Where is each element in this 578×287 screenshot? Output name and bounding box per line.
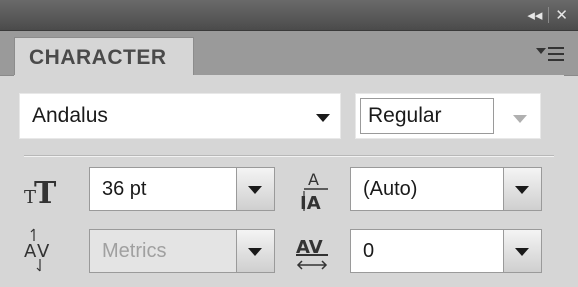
- svg-text:V: V: [37, 241, 50, 262]
- chevron-down-icon[interactable]: [513, 115, 527, 123]
- kerning-input[interactable]: Metrics: [89, 229, 275, 273]
- kerning-value: Metrics: [102, 239, 167, 262]
- tracking-dropdown-button[interactable]: [503, 230, 541, 272]
- font-family-field[interactable]: Andalus: [19, 93, 341, 139]
- tracking-input[interactable]: 0: [350, 229, 542, 273]
- chevron-down-icon: [248, 248, 262, 256]
- leading-value: (Auto): [363, 177, 418, 200]
- chevron-down-icon: [248, 186, 262, 194]
- kerning-dropdown-button[interactable]: [236, 230, 274, 272]
- collapse-panel-icon[interactable]: ◂◂: [527, 6, 542, 24]
- tracking-value: 0: [363, 239, 375, 262]
- titlebar-divider: [548, 7, 550, 23]
- leading-input[interactable]: (Auto): [350, 167, 542, 211]
- close-panel-icon[interactable]: ✕: [555, 6, 568, 24]
- svg-text:A: A: [308, 170, 319, 189]
- leading-dropdown-button[interactable]: [503, 168, 541, 210]
- chevron-down-icon[interactable]: [316, 114, 330, 122]
- leading-icon: A IA: [296, 167, 336, 214]
- chevron-down-icon: [515, 186, 529, 194]
- font-style-field[interactable]: Regular: [355, 93, 541, 139]
- svg-text:IA: IA: [300, 193, 321, 213]
- panel-titlebar: ◂◂ ✕: [0, 0, 578, 31]
- chevron-down-icon: [515, 248, 529, 256]
- panel-tab-row: CHARACTER: [0, 31, 578, 77]
- font-size-icon: T T: [22, 169, 62, 211]
- tab-character[interactable]: CHARACTER: [14, 37, 194, 77]
- tracking-icon: AV: [292, 227, 336, 273]
- kerning-icon: A V: [22, 227, 62, 273]
- font-family-value: Andalus: [32, 104, 108, 127]
- svg-text:A: A: [24, 241, 37, 262]
- font-style-value: Regular: [368, 104, 442, 127]
- character-panel-body: Andalus Regular T T 36 pt A IA (Auto) A …: [14, 75, 564, 287]
- font-size-value: 36 pt: [102, 177, 147, 200]
- svg-text:T: T: [34, 176, 57, 209]
- font-size-dropdown-button[interactable]: [236, 168, 274, 210]
- font-size-input[interactable]: 36 pt: [89, 167, 275, 211]
- panel-menu-icon[interactable]: [536, 43, 566, 65]
